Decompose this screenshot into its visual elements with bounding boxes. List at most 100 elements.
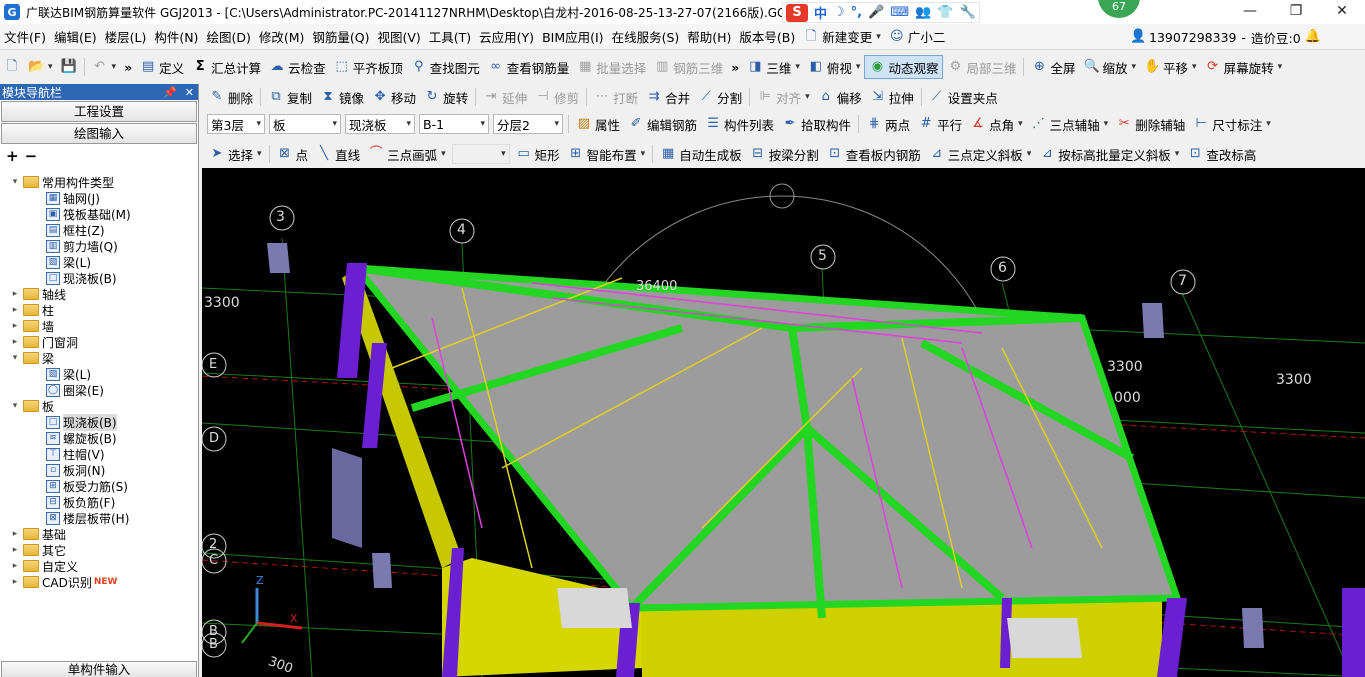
collapse-icon[interactable]: ▾ — [10, 353, 20, 363]
rect-button[interactable]: ▭ 矩形 — [512, 142, 564, 166]
parallel-button[interactable]: # 平行 — [914, 112, 966, 136]
expand-icon[interactable]: ▸ — [10, 561, 20, 571]
dimension-button[interactable]: ⊢ 尺寸标注 ▾ — [1189, 112, 1275, 136]
pan-button[interactable]: ✋ 平移 ▾ — [1140, 55, 1201, 79]
expand-icon[interactable]: ▸ — [10, 577, 20, 587]
collapse-all-icon[interactable]: − — [25, 147, 38, 165]
collapse-icon[interactable]: ▾ — [10, 177, 20, 187]
menu-cloud[interactable]: 云应用(Y) — [475, 27, 538, 46]
smart-layout-button[interactable]: ⊞ 智能布置 ▾ — [564, 142, 650, 166]
split-button[interactable]: ⟋ 分割 — [694, 85, 746, 109]
tree-folder[interactable]: ▸ 基础 — [0, 526, 196, 542]
rebar-3d-button[interactable]: ▥ 钢筋三维 — [650, 55, 727, 79]
tree-item[interactable]: ▦ 轴网(J) — [0, 190, 196, 206]
point-angle-button[interactable]: ∡ 点角 ▾ — [966, 112, 1027, 136]
category-select[interactable]: 板 ▾ — [269, 114, 341, 134]
menu-rebar-qty[interactable]: 钢筋量(Q) — [308, 27, 373, 46]
tree-folder[interactable]: ▾ 常用构件类型 — [0, 174, 196, 190]
maximize-button[interactable]: ❐ — [1273, 0, 1319, 22]
name-select[interactable]: B-1 ▾ — [419, 114, 489, 134]
expand-icon[interactable]: ▸ — [10, 321, 20, 331]
expand-icon[interactable]: ▸ — [10, 337, 20, 347]
batch-slope-elev-button[interactable]: ⊿ 按标高批量定义斜板 ▾ — [1035, 142, 1183, 166]
three-point-axis-button[interactable]: ⋰ 三点辅轴 ▾ — [1027, 112, 1113, 136]
tree-item[interactable]: ▥ 剪力墙(Q) — [0, 238, 196, 254]
ime-wrench-icon[interactable]: 🔧 — [959, 5, 975, 20]
tree-folder[interactable]: ▸ 自定义 — [0, 558, 196, 574]
select-button[interactable]: ➤ 选择 ▾ — [205, 142, 266, 166]
ime-skin-icon[interactable]: 👕 — [937, 5, 953, 20]
view-3d-button[interactable]: ◨ 三维 ▾ — [743, 55, 804, 79]
check-elev-button[interactable]: ⊡ 查改标高 — [1183, 142, 1260, 166]
single-component-input-button[interactable]: 单构件输入 — [1, 661, 197, 677]
column-small[interactable] — [332, 448, 362, 548]
copy-button[interactable]: ⧉ 复制 — [264, 85, 316, 109]
rotate-screen-button[interactable]: ⟳ 屏幕旋转 ▾ — [1201, 55, 1287, 79]
tree-folder[interactable]: ▸ 轴线 — [0, 286, 196, 302]
align-button[interactable]: ⊫ 对齐 ▾ — [753, 85, 814, 109]
view-rebar-qty-button[interactable]: ∞ 查看钢筋量 — [484, 55, 574, 79]
assistant-button[interactable]: ☺ 广小二 — [885, 25, 950, 49]
menu-tools[interactable]: 工具(T) — [425, 27, 475, 46]
sogou-ime-icon[interactable]: S — [786, 3, 808, 22]
tree-folder[interactable]: ▸ 墙 — [0, 318, 196, 334]
ime-toolbar[interactable]: S 中 ☽ °, 🎤 ⌨ 👥 👕 🔧 — [782, 2, 980, 23]
top-view-button[interactable]: ◧ 俯视 ▾ — [804, 55, 865, 79]
menu-component[interactable]: 构件(N) — [150, 27, 202, 46]
ime-mic-icon[interactable]: 🎤 — [868, 5, 884, 20]
new-file-button[interactable]: 🗋 — [0, 55, 24, 79]
menu-floor[interactable]: 楼层(L) — [101, 27, 151, 46]
move-button[interactable]: ✥ 移动 — [368, 85, 420, 109]
layer-select[interactable]: 分层2 ▾ — [493, 114, 563, 134]
expand-all-icon[interactable]: + — [6, 147, 19, 165]
pick-component-button[interactable]: ✒ 拾取构件 — [778, 112, 855, 136]
trim-button[interactable]: ⊣ 修剪 — [531, 85, 583, 109]
ime-chinese-mode[interactable]: 中 — [814, 3, 827, 22]
menu-edit[interactable]: 编辑(E) — [50, 27, 101, 46]
expand-icon[interactable]: ▸ — [10, 529, 20, 539]
tree-item[interactable]: ◯ 圈梁(E) — [0, 382, 196, 398]
view-slab-rebar-button[interactable]: ⊡ 查看板内钢筋 — [823, 142, 925, 166]
drawing-input-button[interactable]: 绘图输入 — [1, 123, 197, 144]
find-element-button[interactable]: ⚲ 查找图元 — [407, 55, 484, 79]
tree-item[interactable]: ⊟ 板负筋(F) — [0, 494, 196, 510]
toolbar-overflow-button[interactable]: » — [120, 55, 136, 79]
draw-option-select[interactable]: ▾ — [451, 144, 510, 164]
tree-folder[interactable]: ▸ 柱 — [0, 302, 196, 318]
collapse-icon[interactable]: ▾ — [10, 401, 20, 411]
stretch-button[interactable]: ⇲ 拉伸 — [866, 85, 918, 109]
3d-model-canvas[interactable] — [202, 168, 1365, 677]
save-button[interactable]: 💾 — [57, 55, 81, 79]
arc-button[interactable]: ⌒ 三点画弧 ▾ — [364, 142, 450, 166]
engineering-setup-button[interactable]: 工程设置 — [1, 101, 197, 122]
rotate-button[interactable]: ↻ 旋转 — [420, 85, 472, 109]
component-list-button[interactable]: ☰ 构件列表 — [701, 112, 778, 136]
menu-help[interactable]: 帮助(H) — [683, 27, 735, 46]
dynamic-observe-button[interactable]: ◉ 动态观察 — [864, 55, 944, 79]
define-button[interactable]: ▤ 定义 — [136, 55, 188, 79]
break-button[interactable]: ⋯ 打断 — [590, 85, 642, 109]
platform-left[interactable] — [557, 588, 632, 628]
tree-folder[interactable]: ▾ 板 — [0, 398, 196, 414]
undo-button[interactable]: ↶ ▾ — [88, 55, 121, 79]
sum-calc-button[interactable]: Σ 汇总计算 — [188, 55, 265, 79]
tree-item[interactable]: □ 现浇板(B) — [0, 270, 196, 286]
split-by-beam-button[interactable]: ⊟ 按梁分割 — [746, 142, 823, 166]
menu-view[interactable]: 视图(V) — [373, 27, 424, 46]
tree-item[interactable]: ≋ 螺旋板(B) — [0, 430, 196, 446]
ime-keyboard-icon[interactable]: ⌨ — [890, 5, 909, 20]
offset-button[interactable]: ⌂ 偏移 — [814, 85, 866, 109]
close-button[interactable]: ✕ — [1319, 0, 1365, 22]
user-phone[interactable]: 13907298339 — [1149, 30, 1236, 45]
tree-item[interactable]: ▣ 筏板基础(M) — [0, 206, 196, 222]
tree-item[interactable]: ▫ 板洞(N) — [0, 462, 196, 478]
tree-item[interactable]: ⊞ 板受力筋(S) — [0, 478, 196, 494]
expand-icon[interactable]: ▸ — [10, 289, 20, 299]
pin-icon[interactable]: 📌 — [163, 86, 177, 99]
tree-item[interactable]: ▧ 梁(L) — [0, 254, 196, 270]
platform-right[interactable] — [1007, 618, 1082, 658]
open-file-button[interactable]: 📂 ▾ — [24, 55, 57, 79]
expand-icon[interactable]: ▸ — [10, 305, 20, 315]
menu-file[interactable]: 文件(F) — [0, 27, 50, 46]
two-points-button[interactable]: ⋕ 两点 — [862, 112, 914, 136]
